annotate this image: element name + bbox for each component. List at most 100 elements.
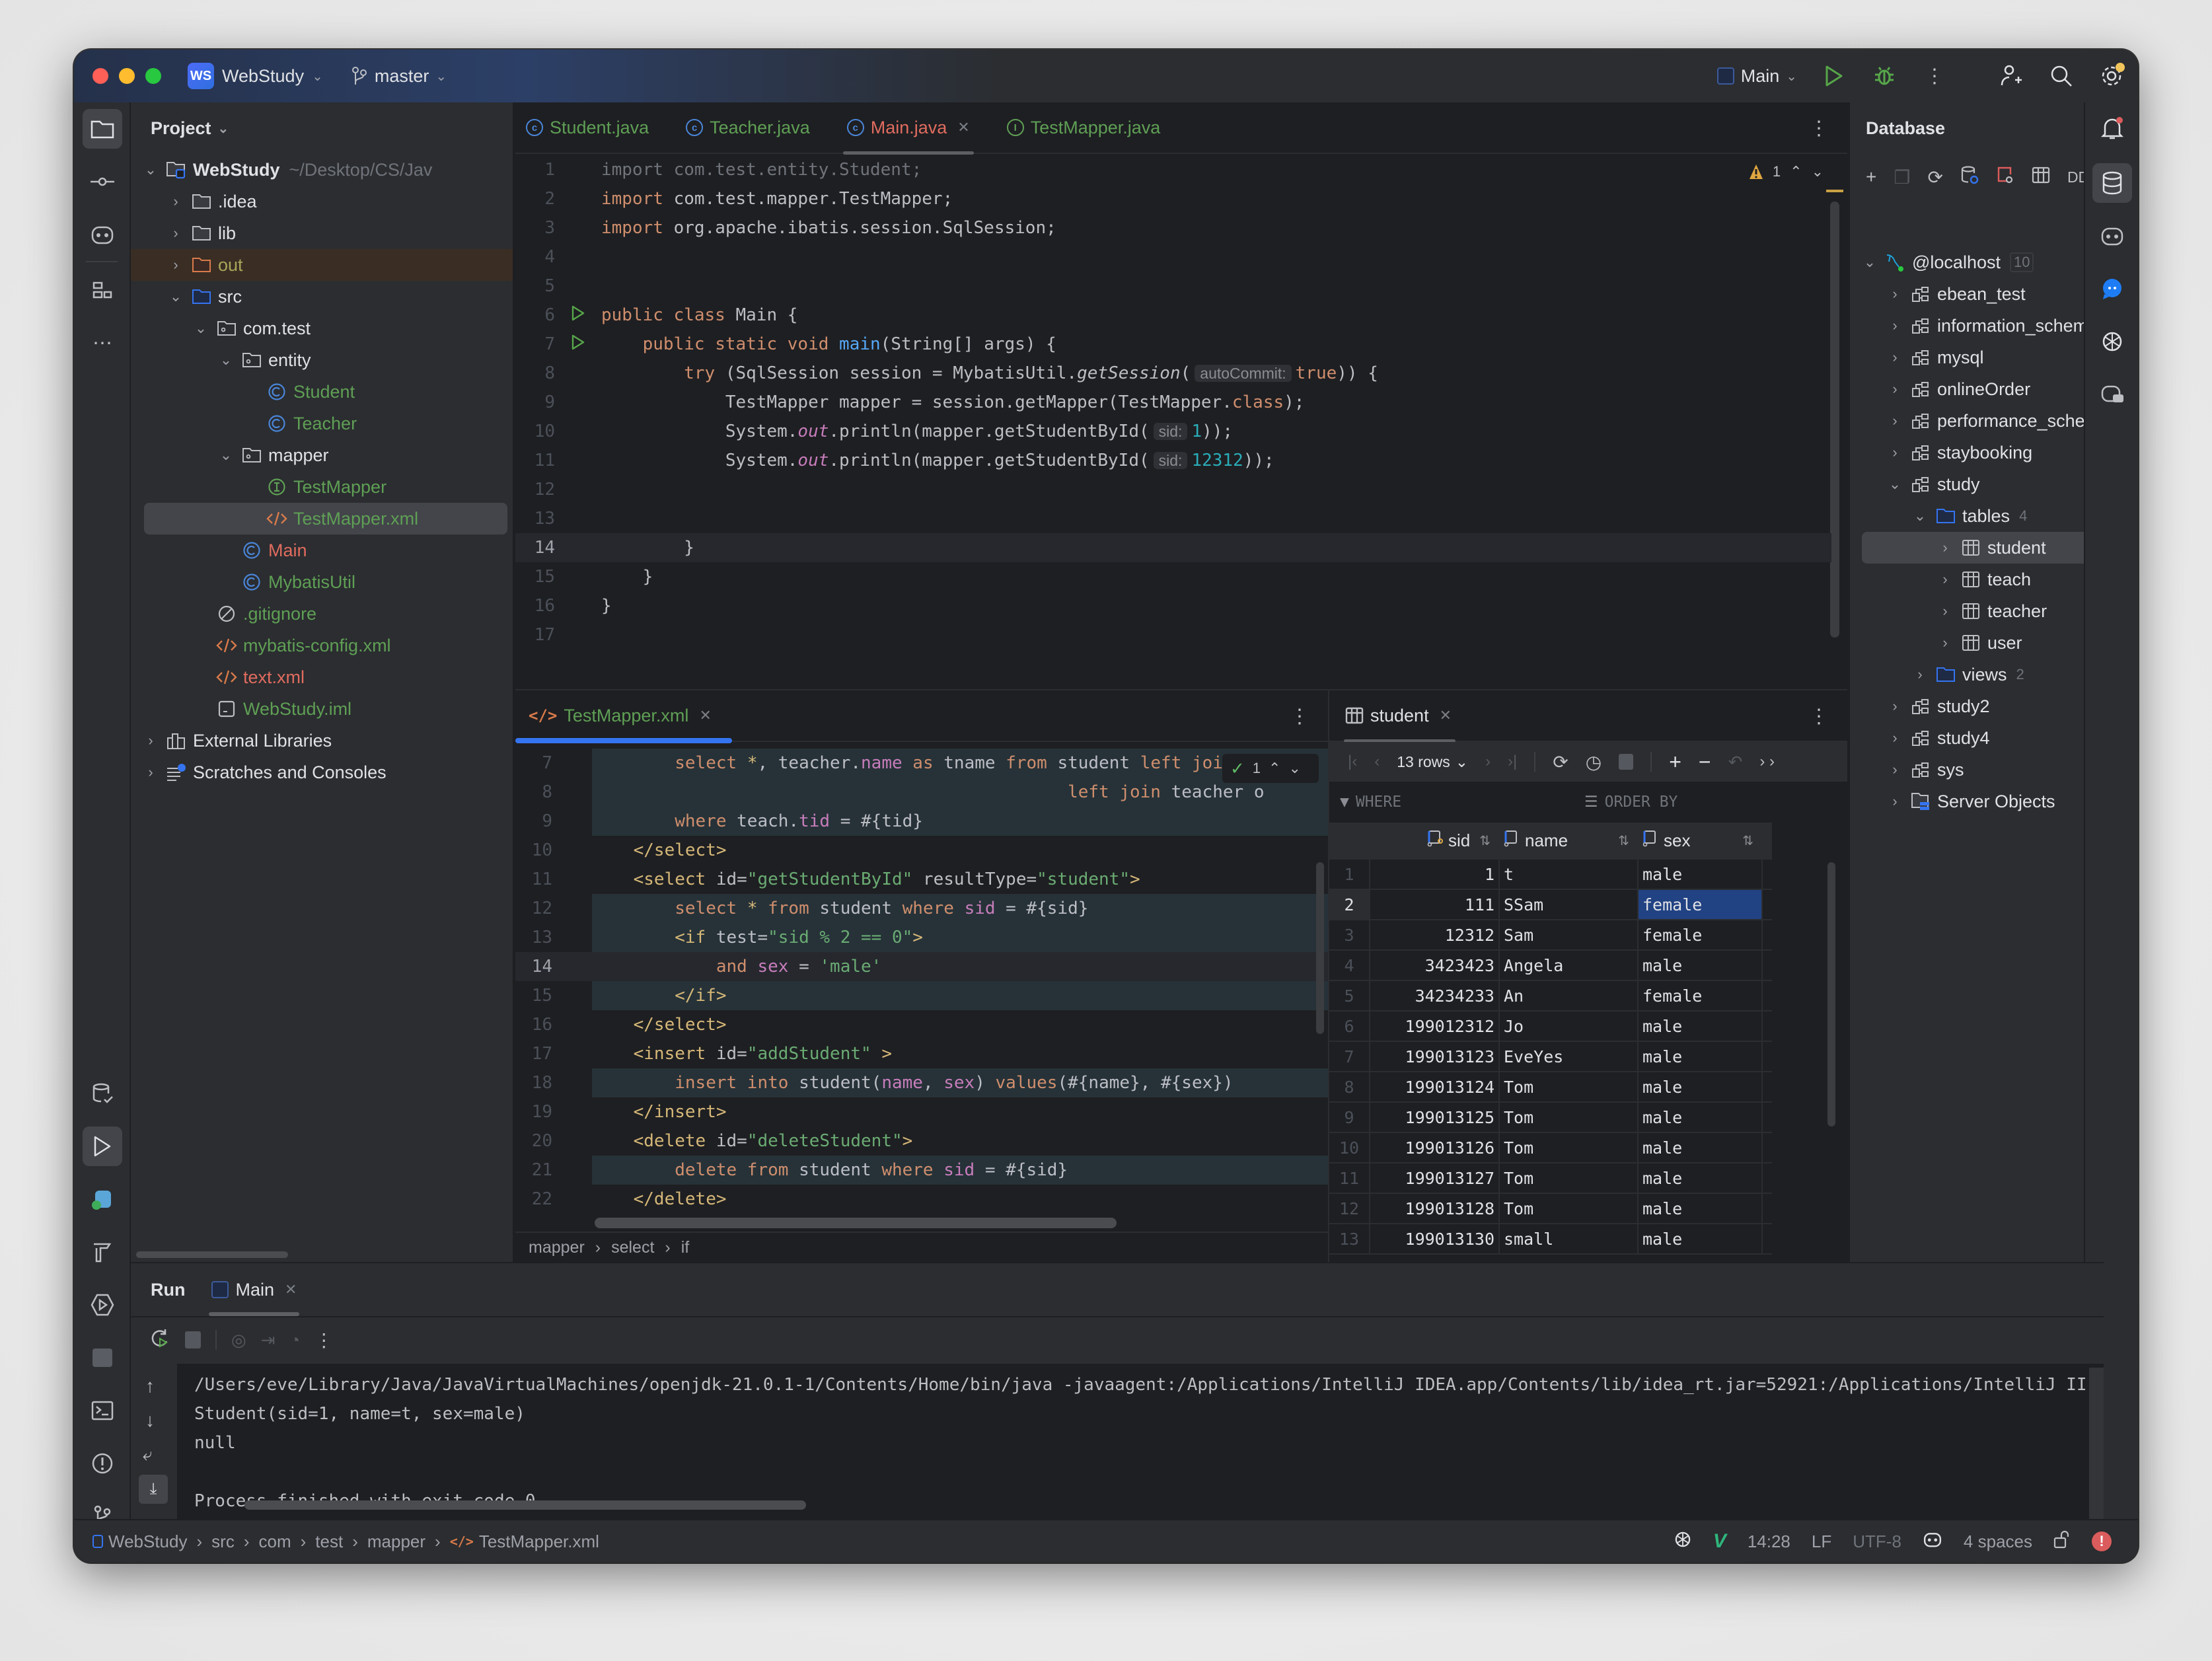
terminal-tool-button[interactable] xyxy=(83,1391,122,1430)
close-tab-icon[interactable]: ✕ xyxy=(1440,707,1452,724)
query-history-button[interactable]: ◷ xyxy=(1586,751,1602,773)
tab-options-button[interactable]: ⋮ xyxy=(1809,117,1829,140)
problems-tool-button[interactable] xyxy=(83,1444,122,1483)
structure-tool-button[interactable] xyxy=(83,272,122,311)
tree-item[interactable]: TestMapper xyxy=(131,471,513,503)
table-cell[interactable]: 199013126 xyxy=(1370,1133,1500,1162)
chatgpt-button[interactable] xyxy=(2092,322,2132,361)
run-tool-button[interactable] xyxy=(83,1126,122,1166)
chevron-right-icon[interactable]: › xyxy=(168,193,184,210)
tab-student-java[interactable]: c Student.java xyxy=(515,102,667,153)
tree-item[interactable]: TestMapper.xml xyxy=(144,503,507,535)
profiler-button[interactable]: ◔ xyxy=(289,1330,300,1350)
project-tool-button[interactable] xyxy=(83,109,122,149)
table-row[interactable]: 6 199012312 Jo male xyxy=(1329,1012,1772,1042)
copilot-extension-button[interactable] xyxy=(2092,375,2132,414)
table-cell[interactable]: 12312 xyxy=(1370,920,1500,949)
table-cell[interactable]: female xyxy=(1639,920,1763,949)
next-highlight-button[interactable]: ⌄ xyxy=(1288,760,1300,777)
minimize-window-button[interactable] xyxy=(119,68,135,84)
add-row-button[interactable]: + xyxy=(1669,750,1681,774)
order-by-field[interactable]: ☰ ORDER BY xyxy=(1584,794,1677,811)
breadcrumb-item[interactable]: src xyxy=(211,1532,235,1552)
chevron-right-icon[interactable]: › xyxy=(1887,285,1903,303)
tree-item[interactable]: .gitignore xyxy=(131,598,513,630)
chevron-down-icon[interactable]: ⌄ xyxy=(1912,507,1928,525)
tab-teacher-java[interactable]: c Teacher.java xyxy=(667,102,829,153)
close-tab-icon[interactable]: ✕ xyxy=(957,119,969,136)
where-filter-field[interactable]: ▼ WHERE xyxy=(1340,794,1584,811)
tab-student-table[interactable]: student ✕ xyxy=(1329,690,1470,743)
settings-button[interactable] xyxy=(2098,63,2125,89)
chevron-right-icon[interactable]: › xyxy=(1887,729,1903,747)
ai-chat-button[interactable] xyxy=(2092,269,2132,309)
delete-row-button[interactable]: − xyxy=(1699,750,1711,774)
services-tool-button[interactable] xyxy=(83,1285,122,1325)
chevron-right-icon[interactable]: › xyxy=(1937,634,1953,651)
error-report-button[interactable]: ! xyxy=(2092,1532,2112,1551)
refresh-button[interactable]: ⟳ xyxy=(1927,166,1942,188)
chevron-right-icon[interactable]: › xyxy=(1937,571,1953,588)
chevron-right-icon[interactable]: › xyxy=(1887,349,1903,366)
chevron-right-icon[interactable]: › xyxy=(1887,381,1903,398)
table-cell[interactable]: EveYes xyxy=(1500,1042,1639,1071)
table-view-button[interactable] xyxy=(2032,166,2050,188)
chevron-down-icon[interactable]: ⌄ xyxy=(1887,476,1903,493)
table-cell[interactable]: 199013127 xyxy=(1370,1163,1500,1193)
tree-item[interactable]: ⌄ mapper xyxy=(131,439,513,471)
run-gutter-icon[interactable] xyxy=(571,305,585,326)
xml-code-area[interactable]: 7 select *, teacher. name as tname from s… xyxy=(515,749,1328,1211)
vim-status-button[interactable]: V xyxy=(1713,1530,1726,1553)
chevron-right-icon[interactable]: › xyxy=(168,225,184,242)
caret-position[interactable]: 14:28 xyxy=(1748,1532,1790,1552)
tree-item[interactable]: ⌄ src xyxy=(131,281,513,313)
chevron-right-icon[interactable]: › xyxy=(143,732,159,749)
table-row[interactable]: 11 199013127 Tom male xyxy=(1329,1163,1772,1194)
column-header-sid[interactable]: sid ⇅ xyxy=(1370,823,1500,858)
ai-status-button[interactable] xyxy=(1674,1530,1692,1553)
previous-page-button[interactable]: ‹ xyxy=(1374,753,1380,771)
code-area[interactable]: 1 import com.test.entity.Student; 2 import … xyxy=(515,155,1847,689)
table-cell[interactable]: An xyxy=(1500,981,1639,1010)
disconnect-button[interactable] xyxy=(1996,165,2014,190)
table-row[interactable]: 9 199013125 Tom male xyxy=(1329,1103,1772,1133)
table-cell[interactable]: Tom xyxy=(1500,1163,1639,1193)
branch-switcher[interactable]: master ⌄ xyxy=(351,66,447,87)
next-page-button[interactable]: › xyxy=(1485,753,1491,771)
table-cell[interactable]: 111 xyxy=(1370,890,1500,919)
more-toolbar-button[interactable]: › › xyxy=(1759,753,1775,771)
breadcrumb-item[interactable]: mapper xyxy=(529,1238,585,1257)
scroll-up-button[interactable]: ↑ xyxy=(145,1376,155,1397)
table-cell[interactable]: male xyxy=(1639,1163,1763,1193)
table-cell[interactable]: male xyxy=(1639,1224,1763,1253)
database-changes-tool-button[interactable] xyxy=(83,1074,122,1113)
tree-item[interactable]: Main xyxy=(131,535,513,566)
close-tab-icon[interactable]: ✕ xyxy=(699,707,711,724)
project-panel-header[interactable]: Project ⌄ xyxy=(131,102,513,154)
tab-main-run[interactable]: Main ✕ xyxy=(209,1280,300,1316)
tab-testmapper-java[interactable]: I TestMapper.java xyxy=(988,102,1179,153)
first-page-button[interactable]: |‹ xyxy=(1348,753,1357,771)
run-configuration-selector[interactable]: Main ⌄ xyxy=(1716,66,1797,87)
chevron-down-icon[interactable]: ⌄ xyxy=(193,320,209,337)
copilot-status-button[interactable] xyxy=(1923,1530,1942,1553)
tree-item[interactable]: Teacher xyxy=(131,408,513,439)
chevron-down-icon[interactable]: ⌄ xyxy=(1862,254,1878,271)
indent-setting[interactable]: 4 spaces xyxy=(1964,1532,2032,1552)
table-cell[interactable]: SSam xyxy=(1500,890,1639,919)
tree-item[interactable]: ⌄ com.test xyxy=(131,313,513,344)
soft-wrap-button[interactable]: ⤶ xyxy=(143,1444,153,1465)
code-with-me-button[interactable] xyxy=(1998,63,2024,89)
table-cell[interactable]: Angela xyxy=(1500,951,1639,980)
chevron-right-icon[interactable]: › xyxy=(143,764,159,781)
readonly-toggle[interactable] xyxy=(2053,1530,2071,1553)
tab-options-button[interactable]: ⋮ xyxy=(1809,705,1829,728)
sort-icon[interactable]: ⇅ xyxy=(1479,832,1491,849)
column-header-sex[interactable]: sex ⇅ xyxy=(1639,823,1763,858)
table-cell[interactable]: male xyxy=(1639,1042,1763,1071)
table-cell[interactable]: 199013130 xyxy=(1370,1224,1500,1253)
tab-main-java[interactable]: c Main.java ✕ xyxy=(829,102,988,155)
table-row[interactable]: 4 3423423 Angela male xyxy=(1329,951,1772,981)
inspection-widget[interactable]: ✓ 1 ⌃ ⌄ xyxy=(1222,754,1319,783)
tree-item[interactable]: MybatisUtil xyxy=(131,566,513,598)
